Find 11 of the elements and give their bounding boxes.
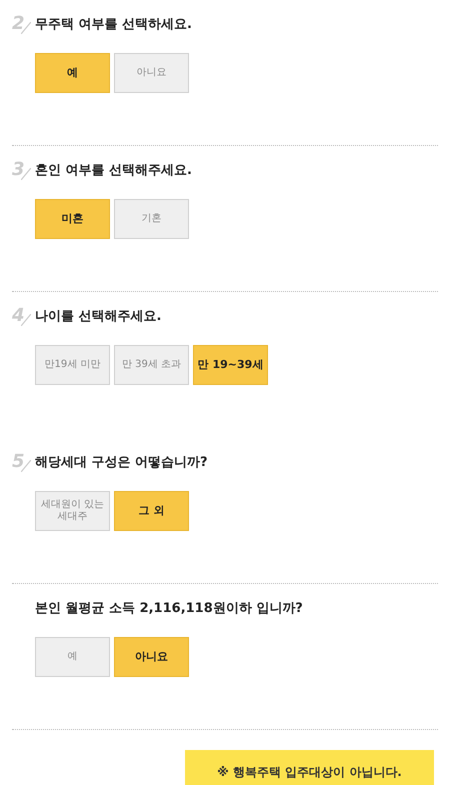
option-button[interactable]: 만 19~39세 xyxy=(193,345,268,385)
question-title: 본인 월평균 소득 2,116,118원이하 입니까? xyxy=(35,600,303,618)
question-title: 무주택 여부를 선택하세요. xyxy=(35,16,192,34)
option-button[interactable]: 아니요 xyxy=(114,637,189,677)
result-message-button[interactable]: ※ 행복주택 입주대상이 아닙니다. xyxy=(185,750,434,785)
option-button[interactable]: 미혼 xyxy=(35,199,110,239)
option-button[interactable]: 예 xyxy=(35,53,110,93)
question-title: 혼인 여부를 선택해주세요. xyxy=(35,162,192,180)
option-button[interactable]: 그 외 xyxy=(114,491,189,531)
question-title: 나이를 선택해주세요. xyxy=(35,308,162,326)
question-title: 해당세대 구성은 어떻습니까? xyxy=(35,454,208,472)
